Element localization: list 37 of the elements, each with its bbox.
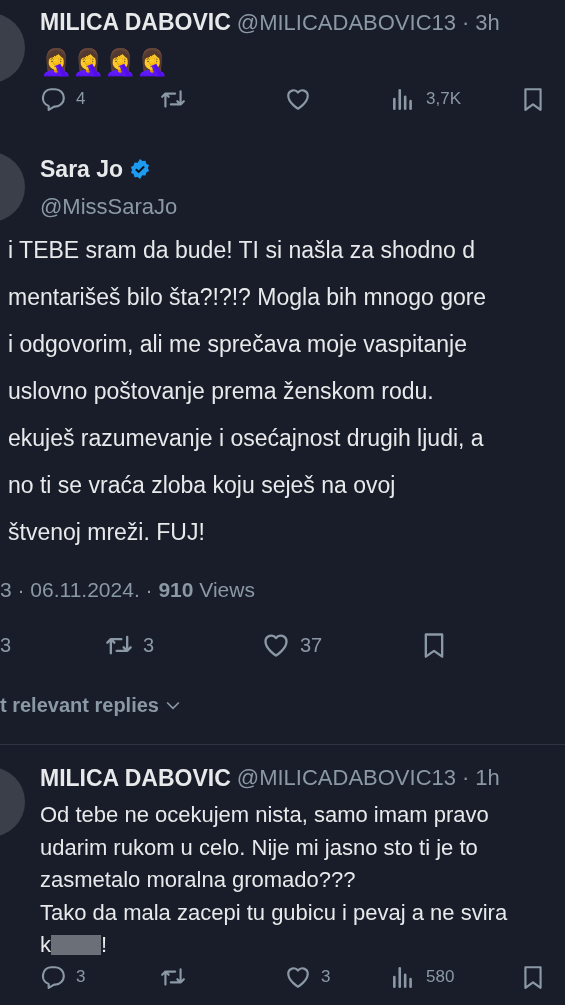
user-name: MILICA DABOVIC [40, 763, 231, 793]
reply-text-line: udarim rukom u celo. Nije mi jasno sto ti je to [40, 833, 479, 862]
separator-dot: · [462, 764, 470, 793]
post-text-line: i TEBE sram da bude! TI si našla za shodno d [8, 236, 477, 265]
user-handle: @MILICADABOVIC13 [236, 764, 456, 793]
post-text-line: mentarišeš bilo šta?!?!? Mogla bih mnogo gore [8, 283, 488, 312]
post-text-line: uslovno poštovanje prema ženskom rodu. [8, 377, 435, 406]
post-text-line: i odgovorim, ali me sprečava moje vaspitanje [8, 330, 468, 359]
post-text-line: no ti se vraća zloba koju seješ na ovoj [8, 471, 397, 500]
retweet-count: 3 [143, 632, 155, 658]
post-text-line: štvenoj mreži. FUJ! [8, 518, 206, 547]
like-count: 3 [321, 965, 331, 988]
user-name: MILICA DABOVIC [40, 8, 231, 37]
emoji-text: 🤦‍♀🤦‍♀🤦‍♀🤦‍♀ [40, 45, 169, 79]
reply-count: 3 [76, 965, 86, 988]
reply-icon[interactable] [40, 963, 66, 990]
reply-text-line: Od tebe ne ocekujem nista, samo imam pravo [40, 801, 490, 829]
views-count: 3,7K [426, 87, 461, 110]
like-count: 37 [300, 632, 323, 658]
user-name: Sara Jo [40, 154, 124, 184]
reply-count: 4 [76, 87, 86, 110]
post-meta: 3 · 06.11.2024. · 910 Views [0, 577, 256, 603]
post-text-line: ekuješ razumevanje i osećajnost drugih ljudi, a [8, 424, 485, 453]
user-handle: @MILICADABOVIC13 [236, 8, 456, 37]
reply-icon[interactable] [40, 85, 66, 112]
reply-text: k [40, 931, 51, 959]
count-count: 3 [0, 632, 12, 658]
reply-text: ! [101, 931, 108, 959]
user-handle: @MissSaraJo [40, 193, 178, 221]
reply-text-line: zasmetalo moralna gromado??? [40, 866, 357, 894]
censor-blur [51, 935, 101, 956]
post-time: 1h [475, 764, 500, 793]
views-count: 580 [426, 965, 455, 988]
reply-text-line: Tako da mala zacepi tu gubicu i pevaj a ne svira [40, 898, 509, 927]
sort-replies-label: t relevant replies [0, 692, 159, 718]
separator-dot: · [462, 8, 470, 37]
post-time: 3h [475, 8, 500, 37]
